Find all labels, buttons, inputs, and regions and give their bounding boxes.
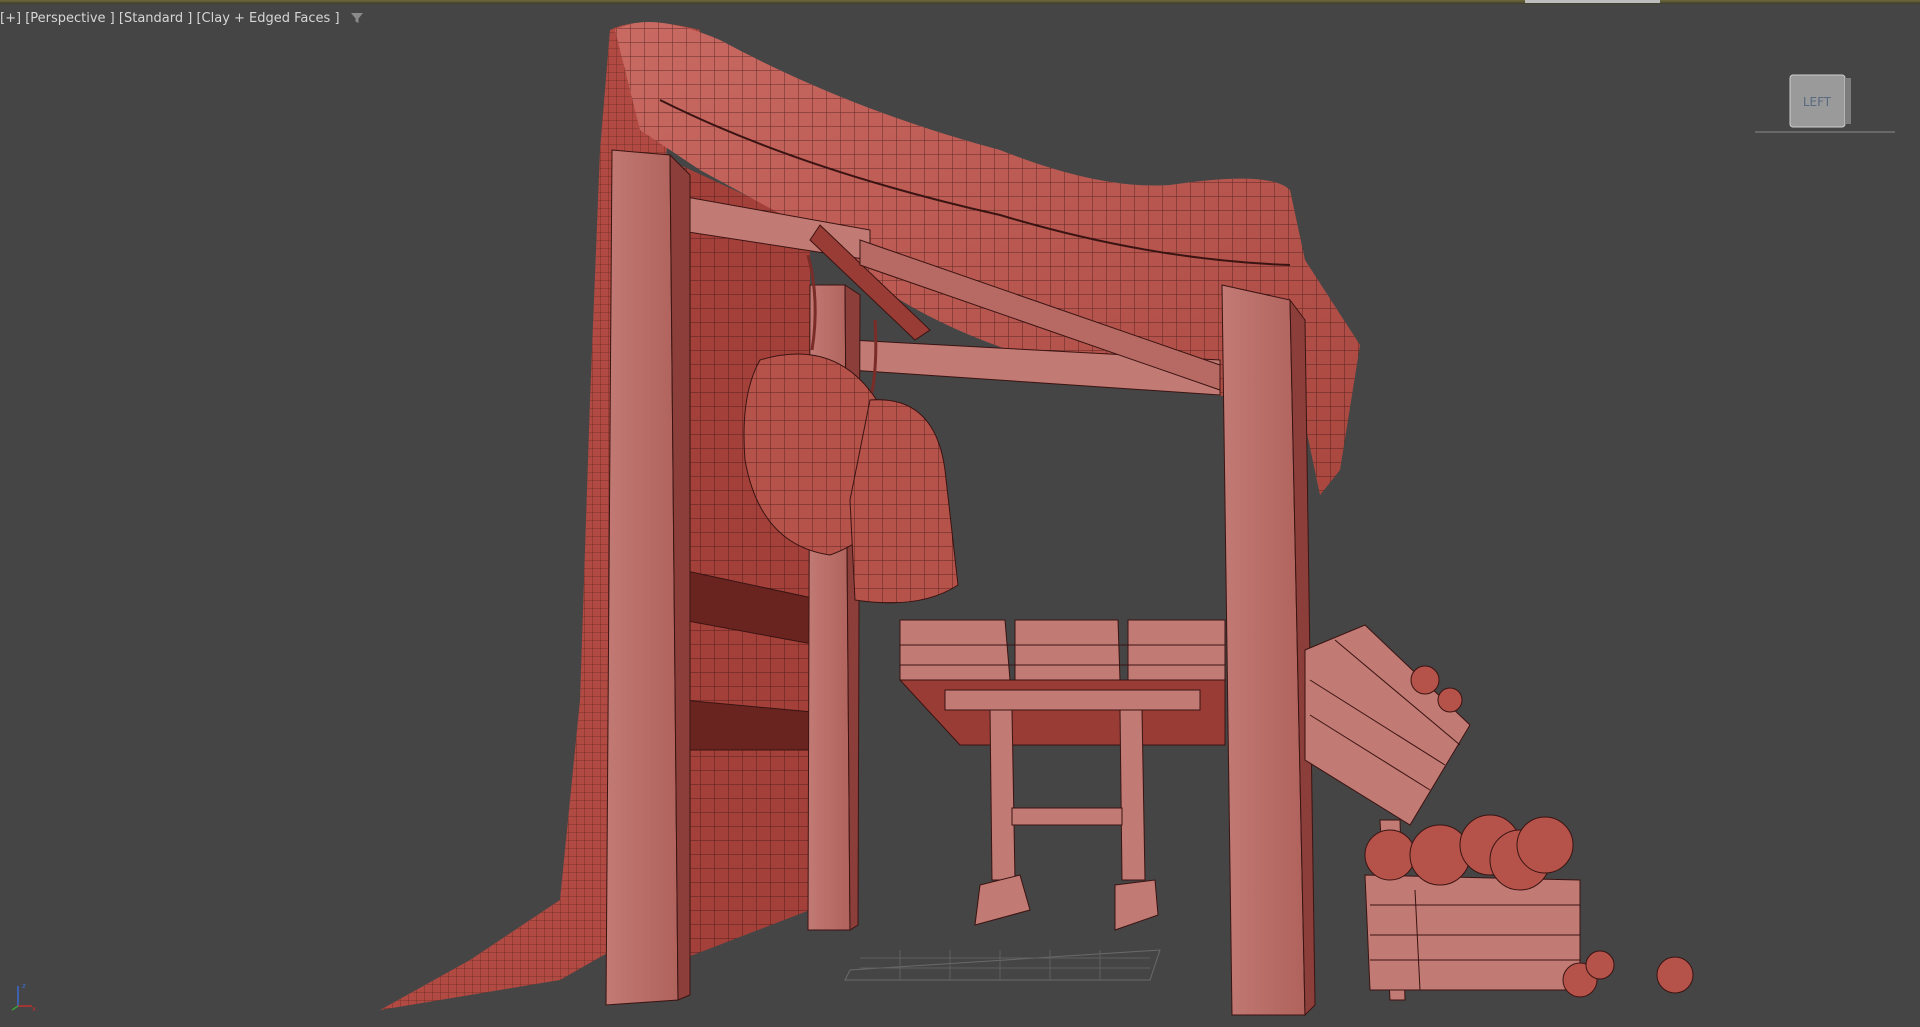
scene-canvas[interactable]	[0, 0, 1920, 1027]
ground-grid	[844, 949, 1161, 981]
left-front-post	[605, 149, 691, 1006]
viewcube-icon[interactable]: LEFT	[1750, 72, 1900, 142]
right-front-post	[1221, 284, 1316, 1017]
axis-tripod-icon: z x	[11, 982, 36, 1012]
viewcube-face-label: LEFT	[1803, 95, 1832, 109]
market-table	[898, 619, 1226, 931]
svg-text:z: z	[22, 982, 26, 990]
svg-text:x: x	[32, 1005, 36, 1012]
perspective-viewport[interactable]: [+] [Perspective ] [Standard ] [Clay + E…	[0, 0, 1920, 1027]
fruit-crate	[1364, 874, 1581, 991]
